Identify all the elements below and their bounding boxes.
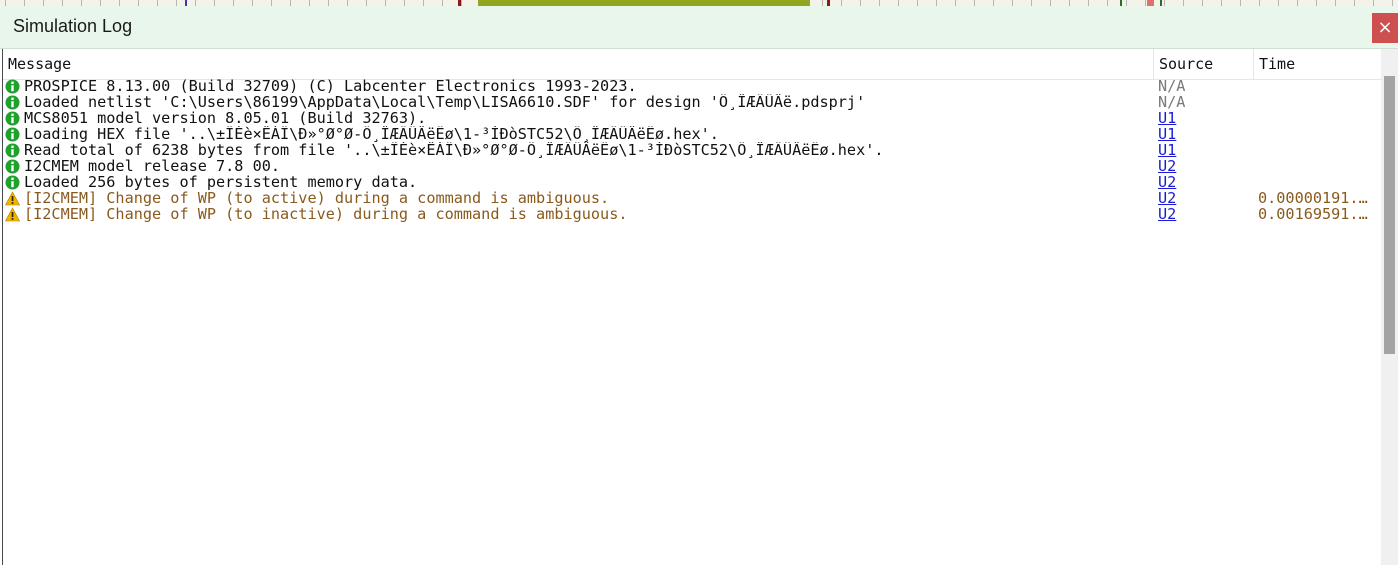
row-source: N/A: [1158, 93, 1186, 111]
row-source-link[interactable]: U1: [1158, 110, 1176, 126]
info-icon: [5, 143, 20, 158]
table-row[interactable]: [I2CMEM] Change of WP (to inactive) duri…: [3, 206, 1381, 222]
column-header-time[interactable]: Time: [1254, 49, 1374, 79]
column-header-time-label: Time: [1259, 55, 1296, 73]
simulation-log-table: Message Source Time PROSPICE 8.13.00 (Bu…: [3, 49, 1381, 565]
row-message: [I2CMEM] Change of WP (to inactive) duri…: [24, 206, 628, 222]
title-bar: Simulation Log: [0, 6, 1398, 49]
table-header: Message Source Time: [3, 49, 1381, 80]
table-row[interactable]: Read total of 6238 bytes from file '..\±…: [3, 142, 1381, 158]
column-header-message[interactable]: Message: [3, 49, 1154, 79]
table-row[interactable]: [I2CMEM] Change of WP (to active) during…: [3, 190, 1381, 206]
row-message: MCS8051 model version 8.05.01 (Build 327…: [24, 110, 427, 126]
column-header-source-label: Source: [1159, 55, 1214, 73]
table-row[interactable]: Loaded 256 bytes of persistent memory da…: [3, 174, 1381, 190]
row-source-link[interactable]: U2: [1158, 206, 1176, 222]
window-title: Simulation Log: [13, 16, 133, 36]
row-message: [I2CMEM] Change of WP (to active) during…: [24, 190, 610, 206]
column-header-source[interactable]: Source: [1154, 49, 1254, 79]
info-icon: [5, 111, 20, 126]
row-time: 0.00169591...: [1258, 206, 1374, 222]
row-message: Loaded 256 bytes of persistent memory da…: [24, 174, 418, 190]
row-source-link[interactable]: U2: [1158, 158, 1176, 174]
row-message: Read total of 6238 bytes from file '..\±…: [24, 142, 884, 158]
info-icon: [5, 127, 20, 142]
row-source-link[interactable]: U2: [1158, 190, 1176, 206]
warning-icon: [5, 191, 20, 206]
info-icon: [5, 95, 20, 110]
table-row[interactable]: I2CMEM model release 7.8 00. U2: [3, 158, 1381, 174]
row-time: 0.00000191...: [1258, 190, 1374, 206]
scrollbar-thumb[interactable]: [1384, 76, 1395, 354]
close-button[interactable]: ×: [1372, 13, 1398, 43]
log-rows: PROSPICE 8.13.00 (Build 32709) (C) Labce…: [3, 78, 1381, 222]
row-message: PROSPICE 8.13.00 (Build 32709) (C) Labce…: [24, 78, 637, 94]
table-row[interactable]: MCS8051 model version 8.05.01 (Build 327…: [3, 110, 1381, 126]
info-icon: [5, 79, 20, 94]
info-icon: [5, 175, 20, 190]
row-message: I2CMEM model release 7.8 00.: [24, 158, 281, 174]
table-row[interactable]: PROSPICE 8.13.00 (Build 32709) (C) Labce…: [3, 78, 1381, 94]
row-source: N/A: [1158, 77, 1186, 95]
row-message: Loaded netlist 'C:\Users\86199\AppData\L…: [24, 94, 866, 110]
row-source-link[interactable]: U2: [1158, 174, 1176, 190]
row-message: Loading HEX file '..\±ÏÉè×ÊÁÏ\Ð»°Ø°Ø-Ö¸Î…: [24, 126, 719, 142]
row-source-link[interactable]: U1: [1158, 142, 1176, 158]
table-row[interactable]: Loaded netlist 'C:\Users\86199\AppData\L…: [3, 94, 1381, 110]
row-source-link[interactable]: U1: [1158, 126, 1176, 142]
info-icon: [5, 159, 20, 174]
column-header-message-label: Message: [8, 55, 72, 73]
vertical-scrollbar[interactable]: [1381, 49, 1398, 565]
table-row[interactable]: Loading HEX file '..\±ÏÉè×ÊÁÏ\Ð»°Ø°Ø-Ö¸Î…: [3, 126, 1381, 142]
warning-icon: [5, 207, 20, 222]
